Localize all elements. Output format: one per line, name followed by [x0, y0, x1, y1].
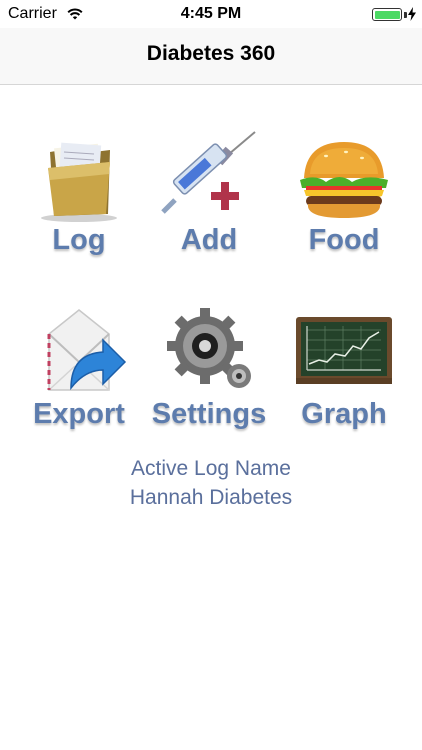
page-title: Diabetes 360	[146, 42, 276, 65]
status-time: 4:45 PM	[180, 5, 242, 22]
envelope-icon	[47, 309, 127, 391]
battery-icon	[372, 8, 402, 21]
add-button[interactable]: Add	[149, 128, 269, 278]
active-log-name: Hannah Diabetes	[129, 486, 293, 509]
graph-button[interactable]: Graph	[284, 302, 404, 452]
food-label: Food	[308, 224, 380, 256]
gear-icon	[167, 308, 251, 388]
food-button[interactable]: Food	[284, 128, 404, 278]
active-log-title: Active Log Name	[131, 457, 291, 480]
chalkboard-chart-icon	[296, 317, 392, 384]
status-bar: Carrier 4:45 PM	[0, 0, 422, 28]
export-button[interactable]: Export	[19, 302, 139, 452]
syringe-icon	[161, 131, 256, 214]
battery-tip	[404, 12, 407, 18]
log-button[interactable]: Log	[19, 128, 139, 278]
settings-button[interactable]: Settings	[149, 302, 269, 452]
charging-bolt-icon	[408, 7, 416, 21]
folder-icon	[41, 142, 117, 222]
graph-label: Graph	[301, 398, 387, 430]
navigation-bar: Diabetes 360	[0, 28, 422, 85]
burger-icon	[300, 142, 388, 218]
